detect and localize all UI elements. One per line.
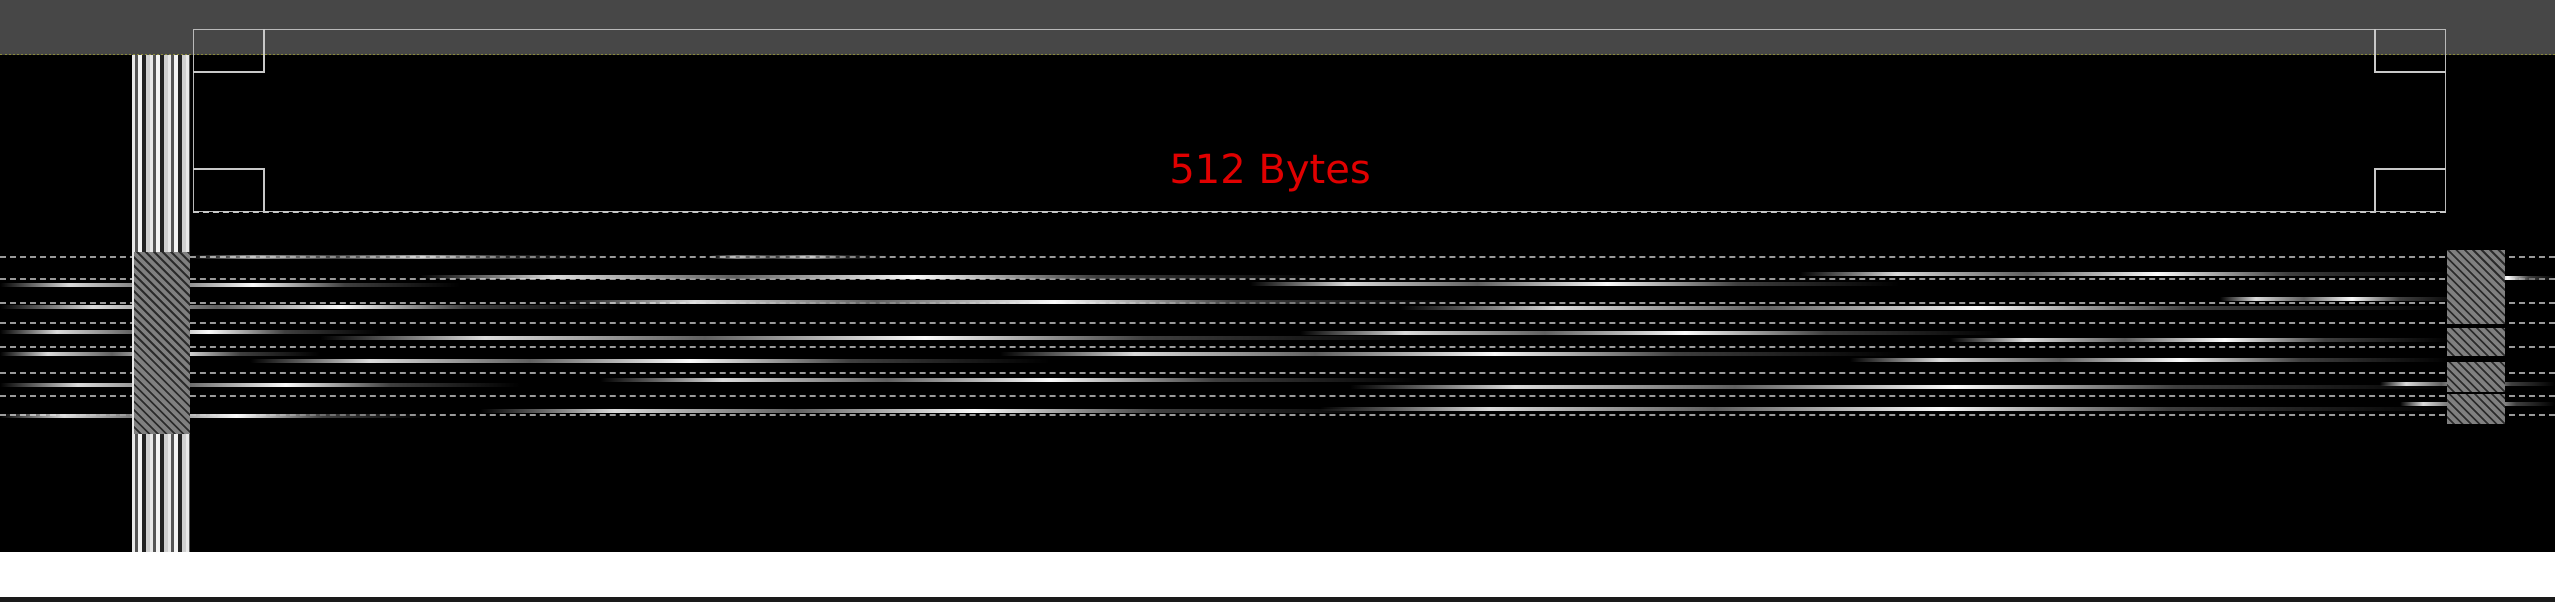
status-area [0,552,2555,598]
data-streak [0,330,380,334]
data-streak [320,336,1420,340]
data-streak [1800,272,2450,276]
row-guide [0,372,2555,374]
noise-block [2447,394,2505,424]
data-streak [1350,385,2450,389]
data-streak [1000,352,1900,356]
resize-handle-bottom-left[interactable] [193,168,265,212]
data-streak [190,255,610,259]
data-streak [0,414,430,418]
noise-block [2447,362,2505,392]
data-streak [1400,306,2450,310]
data-streak [2220,297,2460,301]
data-streak [0,383,520,387]
data-streak [1300,331,2000,335]
noise-block [2447,250,2505,324]
row-guide [0,346,2555,348]
data-streak [710,255,890,259]
noise-block [2447,328,2505,356]
data-streak [1950,338,2450,342]
data-streak [1850,358,2450,362]
data-streak [1320,407,2450,411]
selection-dashed-edge [193,211,2446,213]
resize-handle-bottom-right[interactable] [2374,168,2446,212]
resize-handle-top-right[interactable] [2374,29,2446,73]
row-guide [0,322,2555,324]
data-streak [600,378,1420,382]
resize-handle-top-left[interactable] [193,29,265,73]
data-streak [0,283,460,287]
data-streak [560,300,1460,304]
selection-size-label: 512 Bytes [1169,147,1371,193]
noise-block [134,252,190,434]
data-streak [420,275,1320,279]
data-streak [250,359,1050,363]
data-streak [480,409,1380,413]
bottom-border [0,597,2555,602]
row-guide [0,395,2555,397]
data-streak [0,305,620,309]
data-streak [1250,282,1900,286]
